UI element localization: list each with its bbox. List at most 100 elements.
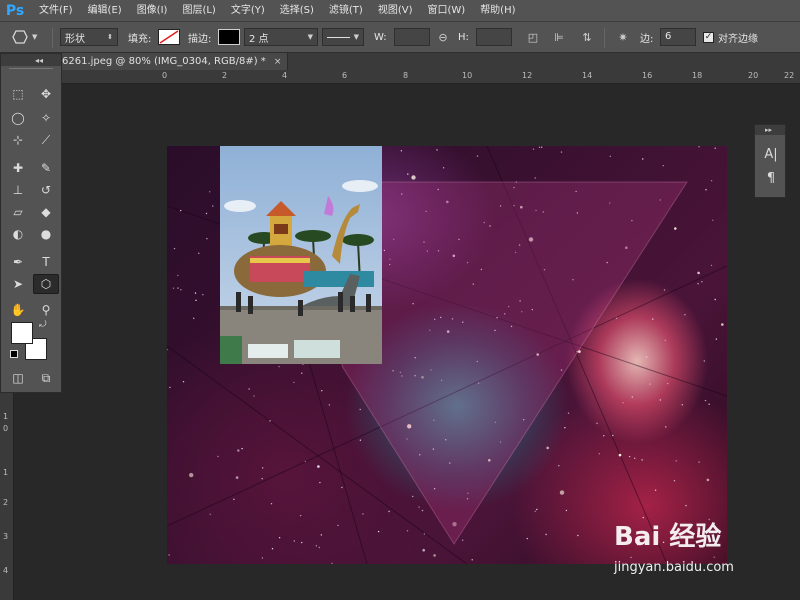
- move-tool-icon[interactable]: ✥: [33, 84, 59, 104]
- document-tab[interactable]: 6261.jpeg @ 80% (IMG_0304, RGB/8#) * ×: [58, 53, 289, 70]
- document-canvas[interactable]: [167, 146, 727, 564]
- pen-tool-icon[interactable]: ✒: [5, 252, 31, 272]
- blur-tool-icon[interactable]: ◐: [5, 224, 31, 244]
- hand-tool-icon[interactable]: ✋: [5, 300, 31, 320]
- healing-brush-tool-icon[interactable]: ✚: [5, 158, 31, 178]
- updown-icon: ⬍: [107, 33, 113, 41]
- lasso-tool-icon[interactable]: ◯: [5, 108, 31, 128]
- align-edges-checkbox[interactable]: ✓ 对齐边缘: [703, 27, 758, 47]
- paint-bucket-tool-icon[interactable]: ◆: [33, 202, 59, 222]
- character-panel-icon[interactable]: A|: [755, 147, 787, 162]
- screen-mode-icon[interactable]: ⧉: [33, 368, 59, 388]
- ruler-number: 4: [3, 566, 9, 575]
- ruler-number: 18: [692, 71, 703, 80]
- stamp-tool-icon[interactable]: ⊥: [5, 180, 31, 200]
- type-tool-icon[interactable]: T: [33, 252, 59, 272]
- ruler-number: 2: [3, 498, 9, 507]
- gear-icon[interactable]: ✷: [614, 28, 632, 46]
- swap-colors-icon[interactable]: ⤾: [39, 320, 47, 330]
- marquee-tool-icon[interactable]: ⬚: [5, 84, 31, 104]
- tools-panel-header[interactable]: ◂◂: [1, 54, 61, 66]
- ruler-number: 4: [282, 71, 288, 80]
- chevron-down-icon: ▼: [353, 33, 359, 41]
- stroke-width-select[interactable]: 2 点 ▼: [244, 28, 318, 46]
- tool-preset-picker[interactable]: ▼: [12, 27, 37, 47]
- menu-bar: Ps 文件(F) 编辑(E) 图像(I) 图层(L) 文字(Y) 选择(S) 滤…: [0, 0, 800, 21]
- magic-wand-tool-icon[interactable]: ✧: [33, 108, 59, 128]
- width-input[interactable]: [394, 28, 430, 46]
- chevron-down-icon: ▼: [32, 33, 38, 41]
- menu-filter[interactable]: 滤镜(T): [320, 0, 369, 21]
- panel-grip[interactable]: [9, 68, 53, 74]
- foreground-color-swatch[interactable]: [11, 322, 33, 344]
- ruler-number: 10: [462, 71, 473, 80]
- watermark-url: jingyan.baidu.com: [614, 560, 734, 575]
- menu-type[interactable]: 文字(Y): [222, 0, 271, 21]
- watermark-logo: Bai 经验: [614, 522, 722, 552]
- history-brush-tool-icon[interactable]: ↺: [33, 180, 59, 200]
- placed-photo[interactable]: [220, 146, 382, 364]
- chevron-down-icon: ▼: [307, 33, 313, 41]
- ruler-number: 0: [3, 424, 9, 433]
- height-input[interactable]: [476, 28, 512, 46]
- tool-mode-value: 形状: [65, 33, 85, 45]
- baidu-watermark: Bai 经验 jingyan.baidu.com: [610, 512, 800, 592]
- stroke-swatch[interactable]: [218, 27, 240, 47]
- ruler-number: 0: [162, 71, 168, 80]
- path-arrangement-icon[interactable]: ⇅: [578, 28, 596, 46]
- ruler-number: 12: [522, 71, 533, 80]
- ruler-number: 6: [342, 71, 348, 80]
- line-style-icon: [327, 36, 350, 38]
- link-icon[interactable]: ⊖: [434, 28, 452, 46]
- path-selection-tool-icon[interactable]: ➤: [5, 274, 31, 294]
- ruler-number: 8: [403, 71, 409, 80]
- ruler-number: 22: [784, 71, 795, 80]
- collapse-icon[interactable]: ◂◂: [35, 56, 43, 65]
- checkmark-icon: ✓: [703, 31, 714, 43]
- close-icon[interactable]: ×: [274, 57, 282, 67]
- menu-view[interactable]: 视图(V): [369, 0, 419, 21]
- menu-image[interactable]: 图像(I): [128, 0, 174, 21]
- polygon-tool-icon[interactable]: ⬡: [33, 274, 59, 294]
- menu-select[interactable]: 选择(S): [271, 0, 320, 21]
- divider: [604, 28, 605, 48]
- sides-label: 边:: [640, 33, 654, 45]
- menu-layer[interactable]: 图层(L): [173, 0, 221, 21]
- eyedropper-tool-icon[interactable]: ⟋: [33, 130, 59, 150]
- menu-edit[interactable]: 编辑(E): [79, 0, 128, 21]
- zoom-tool-icon[interactable]: ⚲: [33, 300, 59, 320]
- menu-file[interactable]: 文件(F): [30, 0, 79, 21]
- fill-label: 填充:: [128, 33, 152, 45]
- expand-panels-icon[interactable]: ▸▸: [755, 125, 785, 135]
- path-alignment-icon[interactable]: ⊫: [550, 28, 568, 46]
- photoshop-logo: Ps: [5, 2, 25, 19]
- ruler-number: 14: [582, 71, 593, 80]
- stroke-type-select[interactable]: ▼: [322, 28, 364, 46]
- dodge-tool-icon[interactable]: ●: [33, 224, 59, 244]
- stroke-color-box: [218, 29, 240, 45]
- stroke-label: 描边:: [188, 33, 212, 45]
- menu-help[interactable]: 帮助(H): [471, 0, 521, 21]
- height-label: H:: [458, 31, 469, 43]
- eraser-tool-icon[interactable]: ▱: [5, 202, 31, 222]
- ruler-number: 1: [3, 412, 9, 421]
- path-operations-icon[interactable]: ◰: [524, 28, 542, 46]
- stroke-width-value: 2 点: [249, 33, 269, 45]
- menu-window[interactable]: 窗口(W): [418, 0, 471, 21]
- collapsed-panels: ▸▸ A| ¶: [754, 124, 786, 198]
- tools-panel: ◂◂ ⬚ ✥ ◯ ✧ ⊹ ⟋ ✚ ✎ ⊥ ↺ ▱ ◆ ◐ ● ✒ T ➤ ⬡ ✋…: [0, 53, 62, 393]
- tool-mode-select[interactable]: 形状 ⬍: [60, 28, 118, 46]
- options-bar: ▼ 形状 ⬍ 填充: 描边: 2 点 ▼ ▼ W: ⊖ H: ◰ ⊫ ⇅ ✷ 边…: [0, 21, 800, 53]
- horizontal-ruler[interactable]: 0 2 4 6 8 10 12 14 16 18 20 22: [62, 70, 800, 84]
- ruler-number: 20: [748, 71, 759, 80]
- ruler-number: 16: [642, 71, 653, 80]
- sides-input[interactable]: 6: [660, 28, 696, 46]
- paragraph-panel-icon[interactable]: ¶: [755, 171, 787, 186]
- amusement-park-photo: [220, 146, 382, 364]
- brush-tool-icon[interactable]: ✎: [33, 158, 59, 178]
- default-colors-icon[interactable]: [10, 350, 18, 358]
- quick-mask-icon[interactable]: ◫: [5, 368, 31, 388]
- document-tab-bar: 6261.jpeg @ 80% (IMG_0304, RGB/8#) * ×: [0, 53, 800, 70]
- fill-swatch[interactable]: [158, 27, 180, 47]
- crop-tool-icon[interactable]: ⊹: [5, 130, 31, 150]
